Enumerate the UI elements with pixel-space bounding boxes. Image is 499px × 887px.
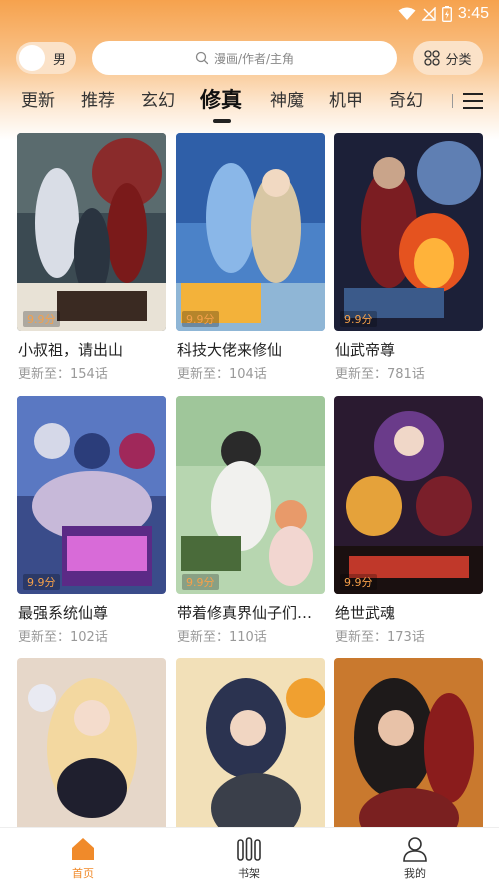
comic-update: 更新至：102话 [18, 630, 108, 645]
comic-title[interactable]: 小叔祖，请出山 [18, 339, 166, 360]
score-badge: 9.9分 [23, 311, 60, 327]
tab-update[interactable]: 更新 [21, 86, 55, 111]
tab-qihuan[interactable]: 奇幻 [389, 86, 423, 111]
search-input[interactable]: 漫画/作者/主角 [92, 41, 397, 75]
status-icons: 3:45 [398, 5, 489, 23]
score-badge: 9.9分 [340, 574, 377, 590]
nav-home[interactable]: 首页 [53, 836, 113, 881]
gender-toggle[interactable]: 男 [16, 42, 76, 74]
battery-icon [441, 6, 452, 22]
status-bar: 3:45 [0, 0, 499, 30]
tab-xiuzhen[interactable]: 修真 [200, 84, 242, 114]
nav-bookshelf-label: 书架 [238, 867, 260, 880]
nav-bookshelf[interactable]: 书架 [219, 836, 279, 881]
gender-label: 男 [53, 52, 67, 68]
comic-title[interactable]: 带着修真界仙子们天下无敌 [177, 602, 325, 623]
comic-title[interactable]: 仙武帝尊 [335, 339, 483, 360]
signal-icon [421, 7, 436, 21]
profile-icon [403, 837, 427, 862]
category-tabs: 更新 推荐 玄幻 修真 神魔 机甲 奇幻 [0, 84, 499, 123]
bottom-navigation: 首页 书架 我的 [0, 827, 499, 887]
tab-recommend[interactable]: 推荐 [81, 86, 115, 111]
comic-title[interactable]: 科技大佬来修仙 [177, 339, 325, 360]
search-icon [195, 51, 209, 65]
comic-title[interactable]: 最强系统仙尊 [18, 602, 166, 623]
comic-title[interactable]: 绝世武魂 [335, 602, 483, 623]
score-badge: 9.9分 [340, 311, 377, 327]
category-button[interactable]: 分类 [413, 41, 483, 75]
status-time: 3:45 [457, 5, 489, 22]
toggle-knob [19, 45, 45, 71]
tab-jijia[interactable]: 机甲 [329, 86, 363, 111]
comic-update: 更新至：781话 [335, 367, 425, 382]
comic-cover[interactable]: 9.9分 [176, 133, 325, 331]
nav-profile[interactable]: 我的 [385, 836, 445, 881]
home-icon [72, 838, 94, 860]
grid-icon [424, 50, 441, 66]
score-badge: 9.9分 [182, 574, 219, 590]
wifi-icon [398, 7, 416, 20]
menu-icon[interactable] [463, 93, 483, 109]
comic-update: 更新至：110话 [177, 630, 267, 645]
nav-home-label: 首页 [72, 867, 94, 880]
bookshelf-icon [237, 837, 261, 861]
score-badge: 9.9分 [23, 574, 60, 590]
active-tab-indicator [213, 119, 231, 123]
comic-update: 更新至：154话 [18, 367, 108, 382]
tab-divider [452, 94, 453, 108]
score-badge: 9.9分 [182, 311, 219, 327]
category-label: 分类 [445, 52, 472, 68]
comic-cover[interactable]: 9.9分 [17, 133, 166, 331]
nav-profile-label: 我的 [404, 867, 426, 880]
comic-cover[interactable]: 9.9分 [17, 396, 166, 594]
comic-cover[interactable]: 9.9分 [176, 396, 325, 594]
search-placeholder: 漫画/作者/主角 [213, 51, 295, 66]
top-header: 男 漫画/作者/主角 分类 [0, 40, 499, 76]
tab-xuanhuan[interactable]: 玄幻 [141, 86, 175, 111]
comic-update: 更新至：104话 [177, 367, 267, 382]
comic-update: 更新至：173话 [335, 630, 425, 645]
comic-cover[interactable]: 9.9分 [334, 133, 483, 331]
comic-cover[interactable]: 9.9分 [334, 396, 483, 594]
tab-shenmo[interactable]: 神魔 [270, 86, 304, 111]
